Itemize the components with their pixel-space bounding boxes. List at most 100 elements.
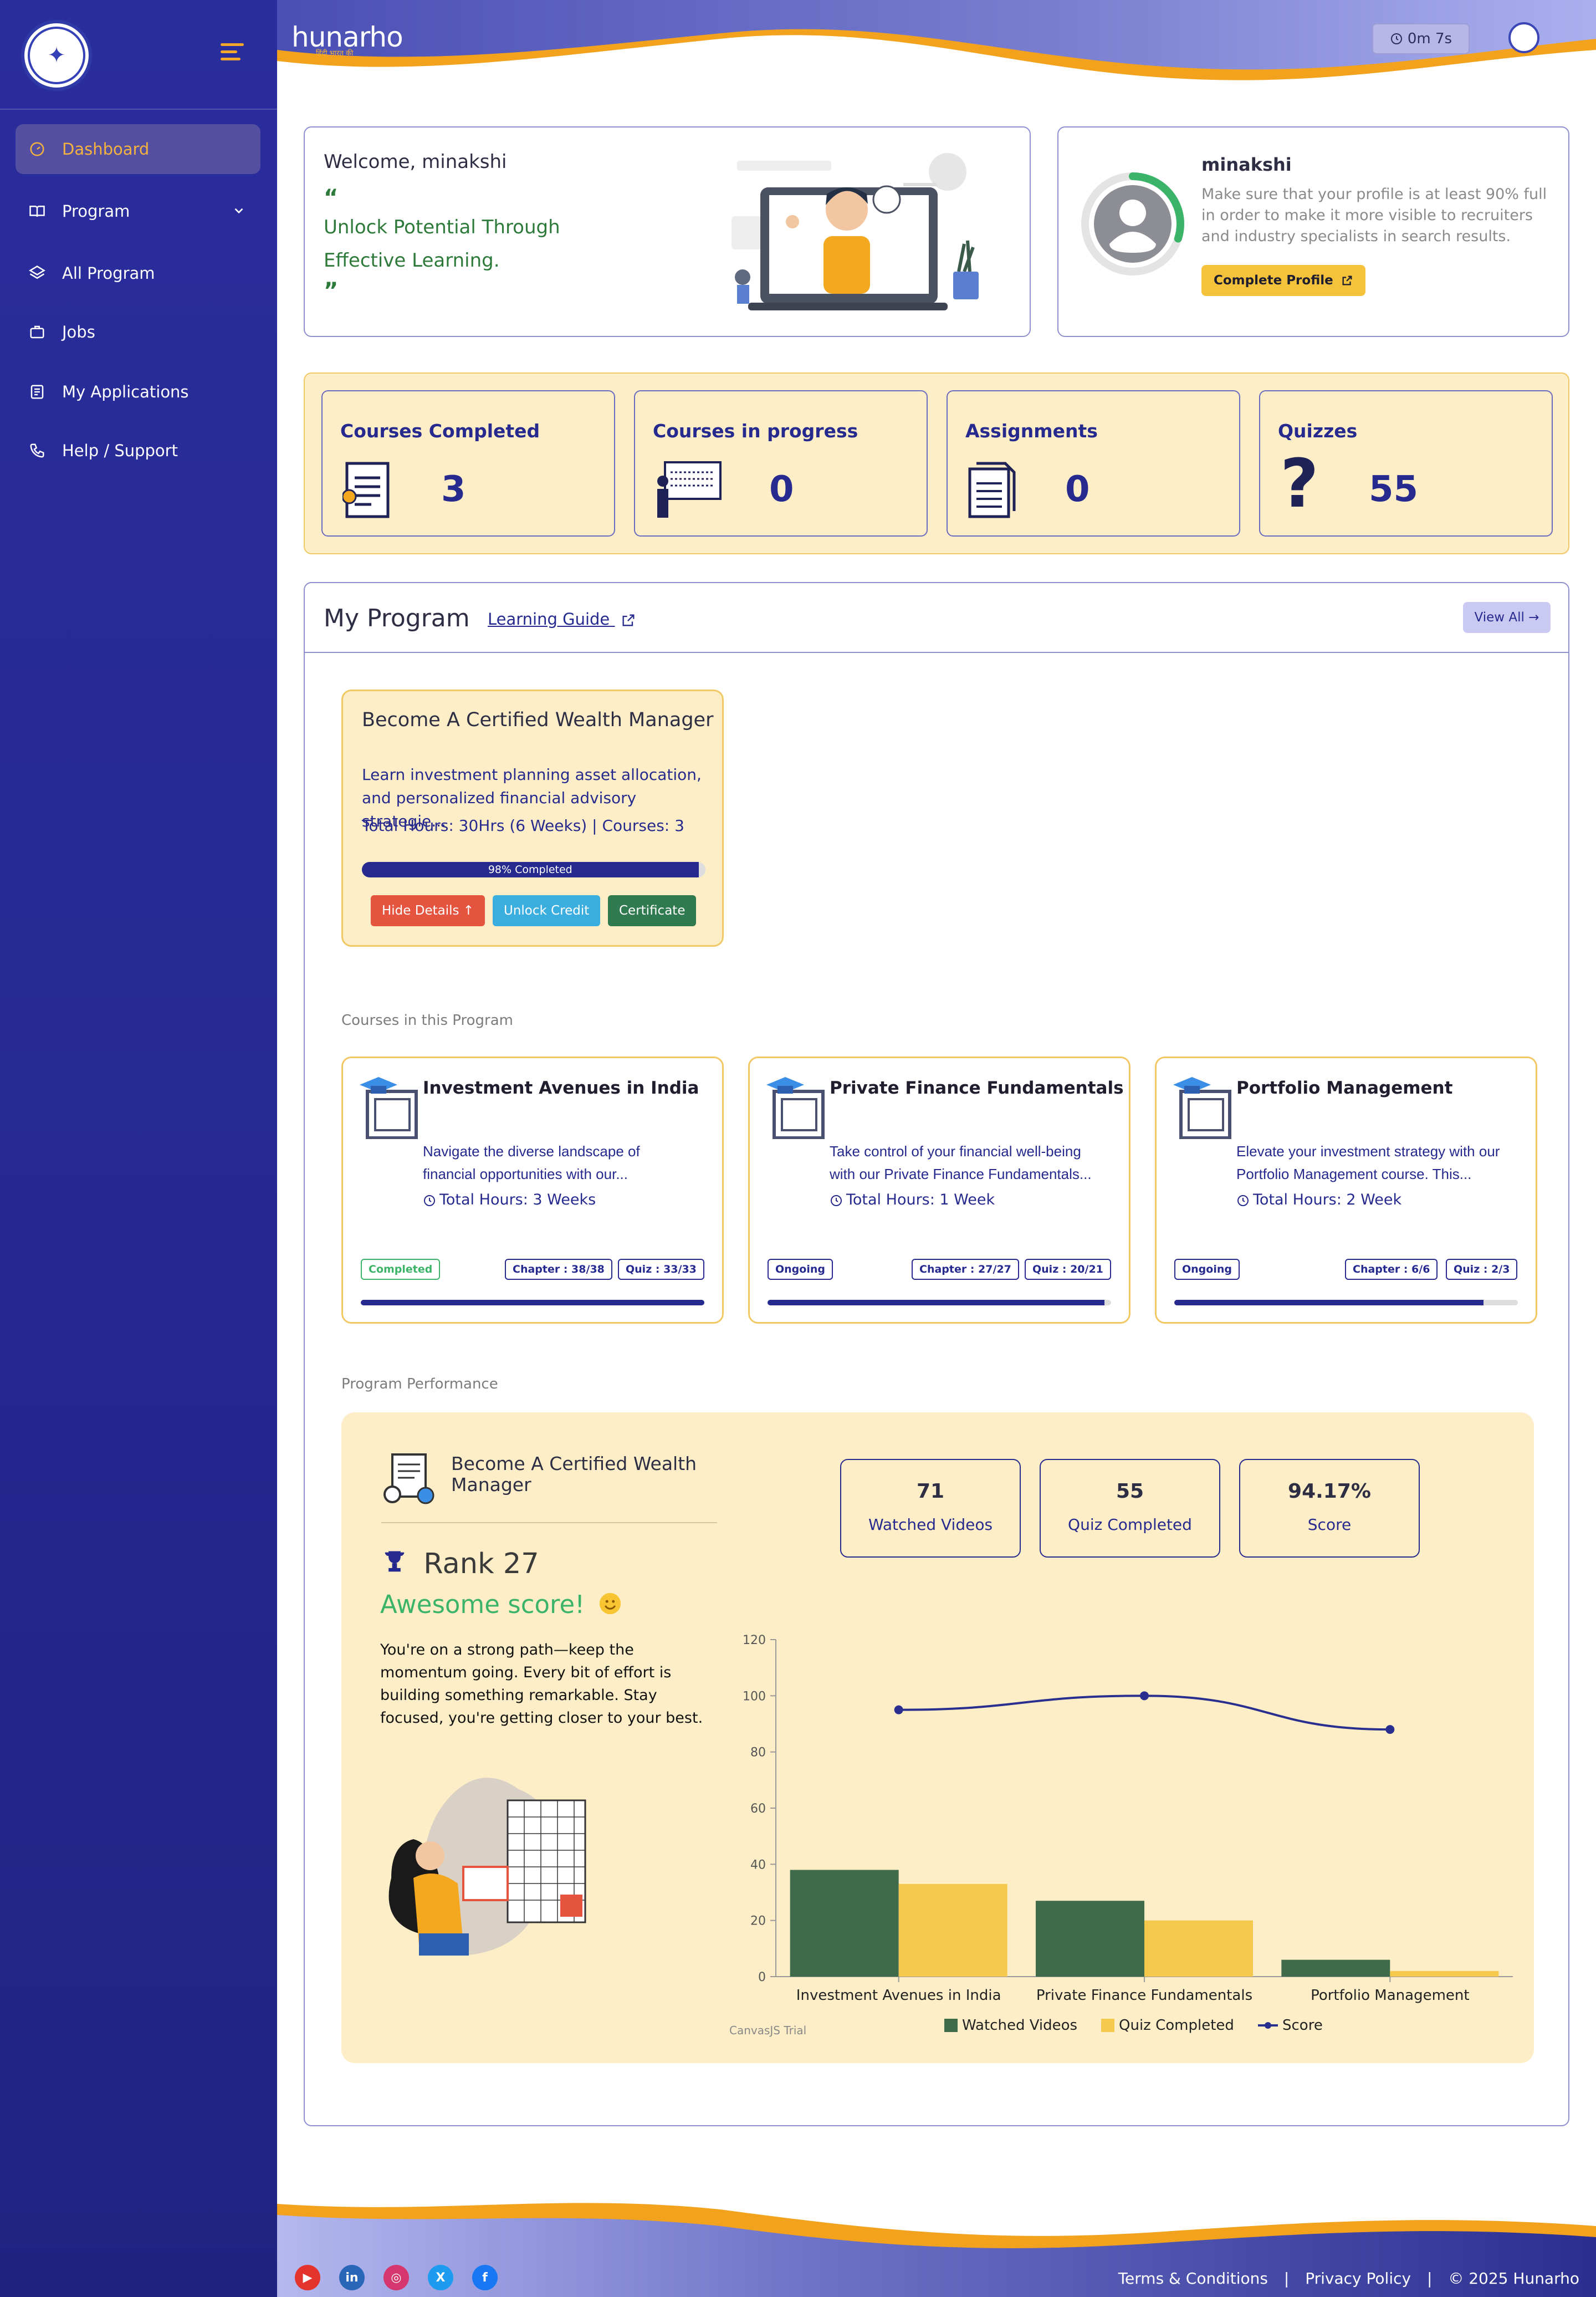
legend-label: Quiz Completed [1119, 2017, 1234, 2034]
stat-value: 3 [441, 469, 466, 510]
y-tick-label: 100 [743, 1689, 766, 1703]
sidebar-item-label: Dashboard [62, 140, 150, 159]
bar-watched-videos [1281, 1959, 1390, 1977]
view-all-button[interactable]: View All → [1463, 602, 1551, 633]
kpi-value: 71 [916, 1480, 945, 1503]
program-card-hours: Total Hours: 30Hrs (6 Weeks) | Courses: … [362, 816, 684, 835]
sidebar-item-program[interactable]: Program [16, 186, 260, 236]
y-tick-label: 60 [750, 1802, 766, 1816]
profile-card: minakshi Make sure that your profile is … [1057, 126, 1569, 337]
kpi-label: Quiz Completed [1068, 1515, 1192, 1534]
program-progress-bar: 98% Completed [362, 862, 705, 877]
chevron-down-icon[interactable] [232, 203, 246, 222]
progress-fill [1174, 1300, 1484, 1305]
quiz-badge: Quiz : 2/3 [1446, 1259, 1518, 1280]
clock-icon [1237, 1195, 1249, 1206]
sidebar-item-dashboard[interactable]: Dashboard [16, 124, 260, 174]
facebook-icon[interactable]: f [472, 2265, 498, 2290]
sidebar-item-jobs[interactable]: Jobs [16, 307, 260, 357]
description-line-2: Portfolio Management course. This... [1236, 1166, 1472, 1182]
x-tick-label: Portfolio Management [1311, 1987, 1470, 2004]
y-tick-label: 80 [750, 1746, 766, 1760]
learning-guide-link[interactable]: Learning Guide [488, 610, 636, 629]
hamburger-menu-icon[interactable] [221, 43, 244, 62]
kpi-label: Score [1307, 1515, 1352, 1534]
kpi-watched-videos: 71 Watched Videos [840, 1459, 1021, 1558]
legend-swatch [944, 2019, 958, 2032]
user-avatar[interactable] [1508, 22, 1539, 53]
course-hours-label: Total Hours: 2 Week [1253, 1191, 1402, 1208]
sidebar-item-label: My Applications [62, 382, 189, 401]
course-progress-bar [768, 1300, 1111, 1305]
footer: ▶ in ◎ X f Terms & Conditions | Privacy … [277, 2182, 1596, 2297]
stat-courses-completed[interactable]: Courses Completed 3 [321, 390, 615, 537]
course-hours: Total Hours: 2 Week [1236, 1191, 1401, 1208]
stat-label: Courses in progress [653, 420, 858, 442]
y-tick-label: 0 [758, 1971, 766, 1984]
hide-details-button[interactable]: Hide Details ↑ [371, 895, 485, 926]
progress-fill [768, 1300, 1104, 1305]
book-open-icon [28, 202, 47, 221]
progress-fill [361, 1300, 704, 1305]
quote-line-2: Effective Learning. [324, 249, 500, 272]
sidebar-divider [0, 109, 277, 110]
welcome-card: Welcome, minakshi “ Unlock Potential Thr… [304, 126, 1031, 337]
stat-label: Quizzes [1278, 420, 1358, 442]
clock-icon [1390, 33, 1402, 44]
phone-icon [28, 441, 47, 460]
x-tick-label: Private Finance Fundamentals [1036, 1987, 1252, 2004]
question-icon: ? [1280, 446, 1319, 523]
stat-assignments[interactable]: Assignments 0 [947, 390, 1240, 537]
awesome-label: Awesome score! [380, 1590, 585, 1619]
smile-emoji-icon [599, 1592, 621, 1615]
top-header: hunarho हिंदी भारत की 0m 7s [277, 0, 1596, 89]
x-icon[interactable]: X [428, 2265, 453, 2290]
emblem-icon: ✦ [28, 27, 85, 84]
course-progress-bar [361, 1300, 704, 1305]
terms-link[interactable]: Terms & Conditions [1118, 2269, 1268, 2288]
linkedin-icon[interactable]: in [339, 2265, 365, 2290]
stat-courses-in-progress[interactable]: Courses in progress 0 [634, 390, 928, 537]
institution-logo[interactable]: ✦ [21, 20, 92, 91]
program-card-title: Become A Certified Wealth Manager [362, 709, 714, 731]
kpi-value: 94.17% [1288, 1480, 1371, 1503]
instagram-icon[interactable]: ◎ [383, 2265, 409, 2290]
learning-guide-label: Learning Guide [488, 610, 610, 629]
course-card[interactable]: Investment Avenues in India Navigate the… [341, 1056, 724, 1324]
program-card[interactable]: Become A Certified Wealth Manager Learn … [341, 690, 724, 947]
course-card[interactable]: Private Finance Fundamentals Take contro… [748, 1056, 1130, 1324]
clipboard-list-icon [28, 382, 47, 401]
legend-marker [1265, 2022, 1271, 2029]
rank-display: Rank 27 [380, 1548, 539, 1580]
brand-tagline: हिंदी भारत की [316, 49, 354, 58]
sidebar-item-all-program[interactable]: All Program [16, 248, 260, 298]
motivation-message: You're on a strong path—keep the momentu… [380, 1641, 703, 1727]
sidebar-item-help-support[interactable]: Help / Support [16, 426, 260, 476]
certificate-button[interactable]: Certificate [608, 895, 697, 926]
privacy-link[interactable]: Privacy Policy [1305, 2269, 1411, 2288]
graduation-book-icon [1173, 1077, 1231, 1139]
kpi-label: Watched Videos [868, 1515, 993, 1534]
quiz-badge: Quiz : 33/33 [618, 1259, 704, 1280]
trophy-icon [385, 1551, 405, 1572]
presentation-icon [657, 461, 722, 518]
description-line-2: financial opportunities with our... [423, 1166, 628, 1182]
y-tick-label: 40 [750, 1858, 766, 1872]
stat-quizzes[interactable]: Quizzes ? 55 [1259, 390, 1553, 537]
youtube-icon[interactable]: ▶ [295, 2265, 320, 2290]
complete-profile-button[interactable]: Complete Profile [1201, 265, 1365, 296]
y-tick-label: 120 [743, 1634, 766, 1647]
footer-separator: | [1283, 2269, 1290, 2288]
description-line-1: Elevate your investment strategy with ou… [1236, 1143, 1500, 1160]
bar-watched-videos [1036, 1901, 1144, 1977]
stat-value: 0 [769, 469, 794, 510]
course-card[interactable]: Portfolio Management Elevate your invest… [1155, 1056, 1537, 1324]
bar-quiz-completed [898, 1883, 1007, 1977]
description-line-1: Learn investment planning asset allocati… [362, 765, 702, 784]
legend-label: Watched Videos [962, 2017, 1077, 2034]
course-hours-label: Total Hours: 3 Weeks [439, 1191, 596, 1208]
layers-icon [28, 264, 47, 283]
sidebar-item-my-applications[interactable]: My Applications [16, 367, 260, 417]
unlock-credit-button[interactable]: Unlock Credit [493, 895, 601, 926]
copyright: © 2025 Hunarho [1448, 2269, 1579, 2288]
